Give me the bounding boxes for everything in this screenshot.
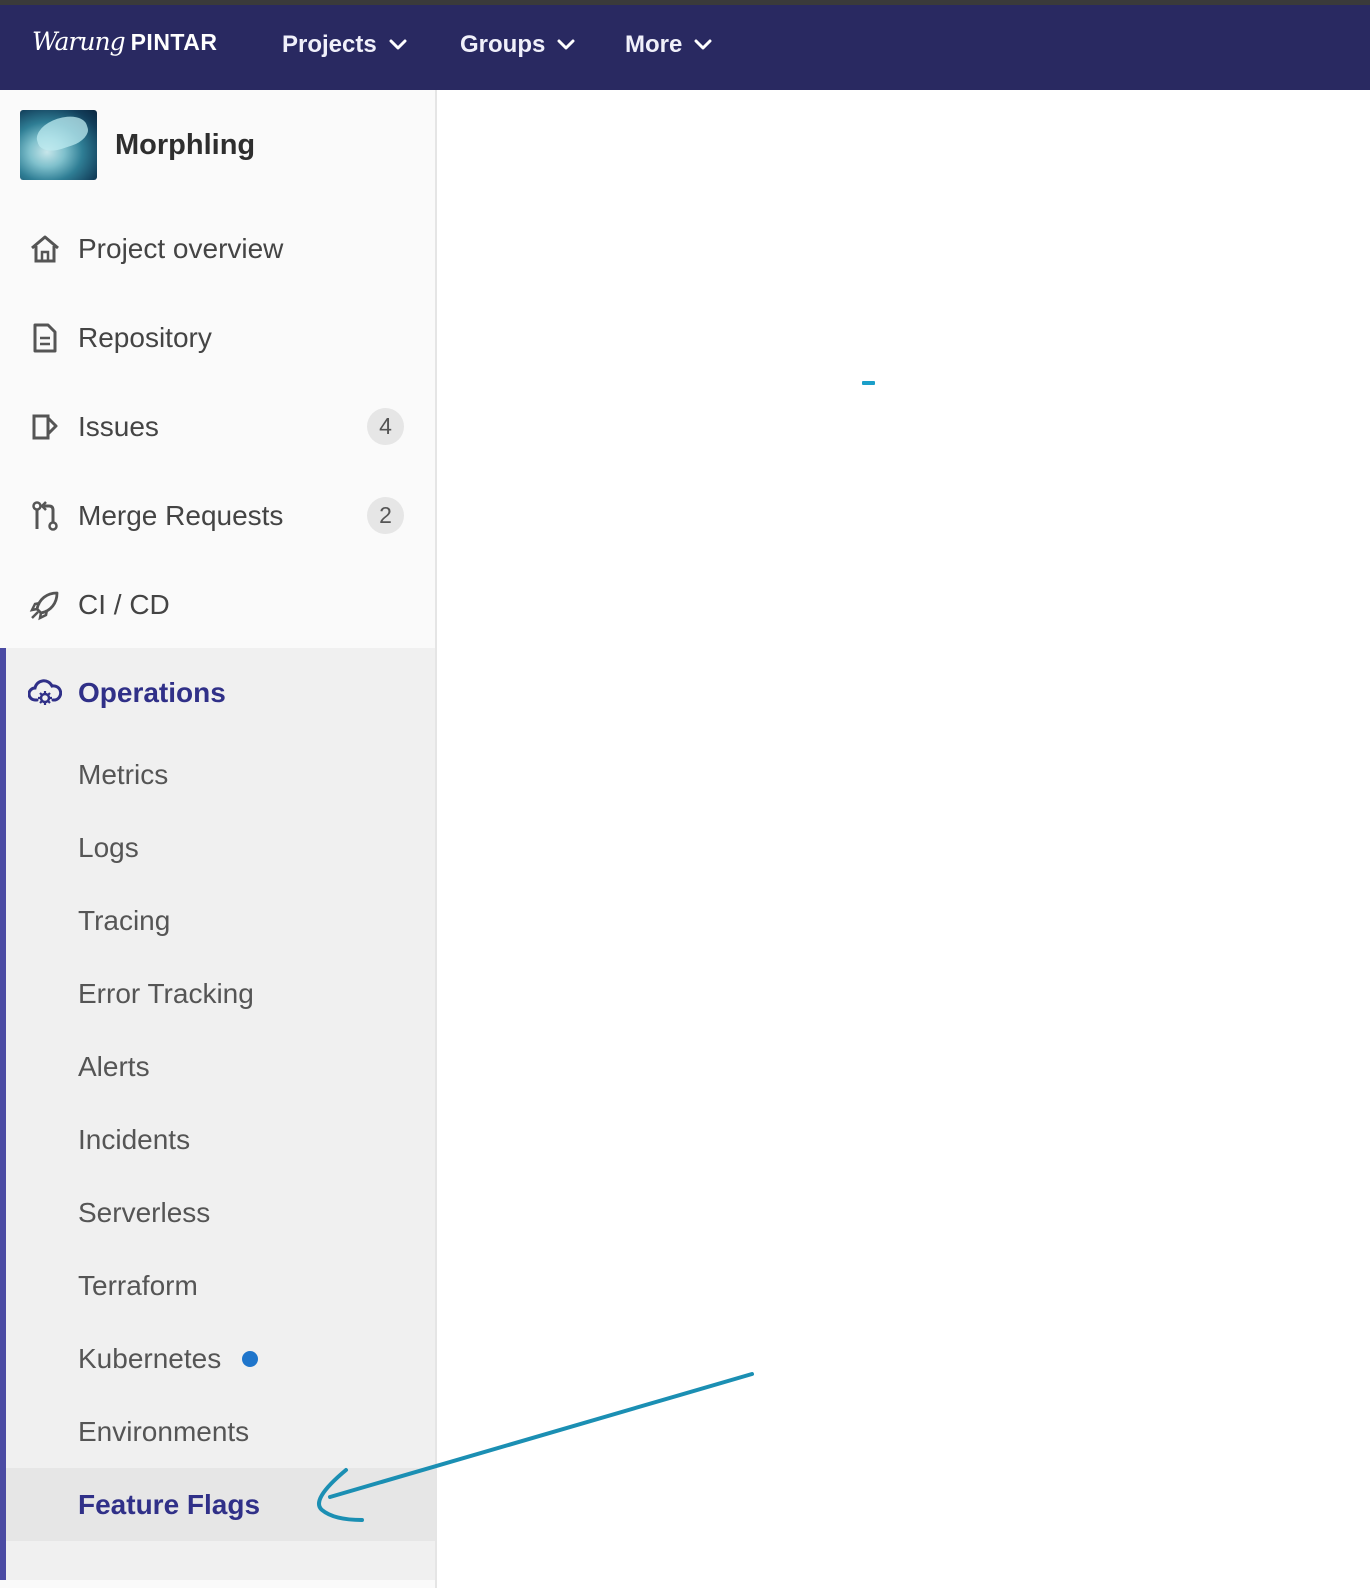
annotation-arrow-icon <box>317 1372 754 1522</box>
